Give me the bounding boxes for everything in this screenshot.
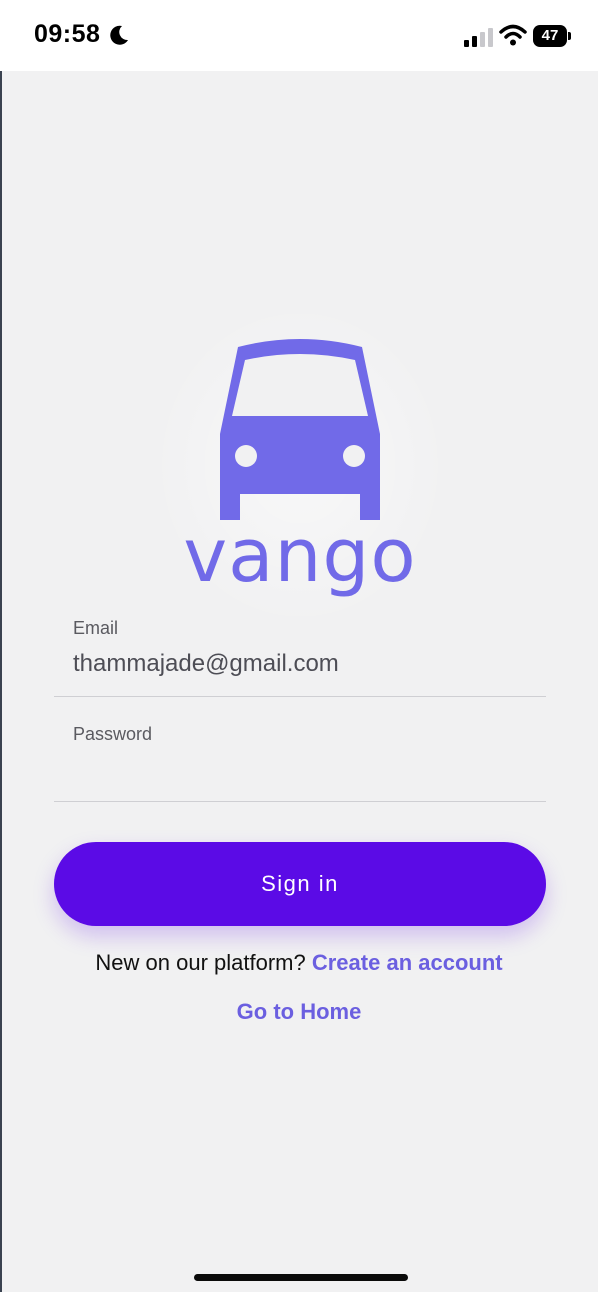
van-headlight-left [235,445,257,467]
password-label: Password [73,724,153,744]
moon-icon [110,25,128,45]
home-indicator[interactable] [194,1274,408,1281]
logo-wordmark: vango [183,513,416,599]
go-to-home-link[interactable]: Go to Home [237,999,362,1024]
van-windshield [232,354,368,416]
home-link-row: Go to Home [0,999,598,1025]
battery-icon: 47 [533,25,571,47]
email-field[interactable] [73,650,543,678]
password-underline [54,801,546,802]
create-account-link[interactable]: Create an account [312,950,503,975]
status-time: 09:58 [34,20,101,48]
signup-prompt: New on our platform? [95,950,306,975]
battery-tip [568,32,571,40]
screen-edge [0,0,2,1292]
cellular-signal-icon [464,28,493,47]
battery-level: 47 [533,25,567,47]
signup-row: New on our platform? Create an account [0,950,598,976]
password-field[interactable] [73,756,543,784]
van-headlight-right [343,445,365,467]
email-underline [54,696,546,697]
email-label: Email [73,618,119,638]
wifi-icon [499,24,527,46]
vango-logo: vango [183,339,416,599]
sign-in-button[interactable]: Sign in [54,842,546,926]
status-bar: 09:58 47 [0,0,598,71]
